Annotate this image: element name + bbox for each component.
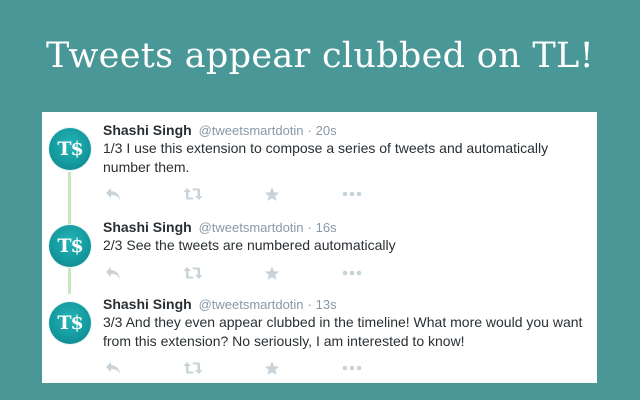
- favorite-icon: [264, 266, 280, 281]
- tweet-text: 1/3 I use this extension to compose a se…: [103, 140, 549, 175]
- more-button[interactable]: [340, 185, 364, 203]
- reply-button[interactable]: [101, 359, 125, 377]
- tweet-thread-card: T$ Shashi Singh @tweetsmartdotin · 20s 1…: [42, 112, 597, 383]
- tweet-header: Shashi Singh @tweetsmartdotin · 20s: [103, 122, 337, 138]
- separator-dot: ·: [307, 123, 312, 138]
- favorite-button[interactable]: [260, 359, 284, 377]
- retweet-icon: [183, 187, 203, 201]
- favorite-icon: [264, 187, 280, 202]
- author-name[interactable]: Shashi Singh: [103, 219, 192, 235]
- author-name[interactable]: Shashi Singh: [103, 296, 192, 312]
- timestamp[interactable]: 16s: [316, 220, 337, 235]
- tweet-header: Shashi Singh @tweetsmartdotin · 16s: [103, 219, 337, 235]
- favorite-icon: [264, 361, 280, 376]
- reply-icon: [105, 187, 121, 201]
- reply-button[interactable]: [101, 264, 125, 282]
- reply-icon: [105, 361, 121, 375]
- tweet-item[interactable]: T$ Shashi Singh @tweetsmartdotin · 16s 2…: [42, 219, 597, 289]
- tweet-item[interactable]: T$ Shashi Singh @tweetsmartdotin · 13s 3…: [42, 296, 597, 381]
- retweet-icon: [183, 266, 203, 280]
- tweet-header: Shashi Singh @tweetsmartdotin · 13s: [103, 296, 337, 312]
- favorite-button[interactable]: [260, 185, 284, 203]
- avatar[interactable]: T$: [49, 302, 91, 344]
- reply-button[interactable]: [101, 185, 125, 203]
- author-handle[interactable]: @tweetsmartdotin: [199, 297, 304, 312]
- timestamp[interactable]: 20s: [316, 123, 337, 138]
- author-name[interactable]: Shashi Singh: [103, 122, 192, 138]
- favorite-button[interactable]: [260, 264, 284, 282]
- retweet-button[interactable]: [181, 264, 205, 282]
- more-button[interactable]: [340, 359, 364, 377]
- more-button[interactable]: [340, 264, 364, 282]
- tweet-actions: [103, 359, 383, 377]
- separator-dot: ·: [307, 220, 312, 235]
- retweet-button[interactable]: [181, 185, 205, 203]
- retweet-icon: [183, 361, 203, 375]
- reply-icon: [105, 266, 121, 280]
- more-icon: [342, 365, 362, 371]
- tweet-actions: [103, 185, 383, 203]
- timestamp[interactable]: 13s: [316, 297, 337, 312]
- avatar[interactable]: T$: [49, 128, 91, 170]
- headline: Tweets appear clubbed on TL!: [46, 36, 594, 76]
- more-icon: [342, 191, 362, 197]
- author-handle[interactable]: @tweetsmartdotin: [199, 123, 304, 138]
- separator-dot: ·: [307, 297, 312, 312]
- tweet-item[interactable]: T$ Shashi Singh @tweetsmartdotin · 20s 1…: [42, 122, 597, 202]
- tweet-actions: [103, 264, 383, 282]
- more-icon: [342, 270, 362, 276]
- tweet-text: 2/3 See the tweets are numbered automati…: [103, 237, 396, 253]
- author-handle[interactable]: @tweetsmartdotin: [199, 220, 304, 235]
- retweet-button[interactable]: [181, 359, 205, 377]
- tweet-text: 3/3 And they even appear clubbed in the …: [103, 314, 583, 349]
- avatar[interactable]: T$: [49, 225, 91, 267]
